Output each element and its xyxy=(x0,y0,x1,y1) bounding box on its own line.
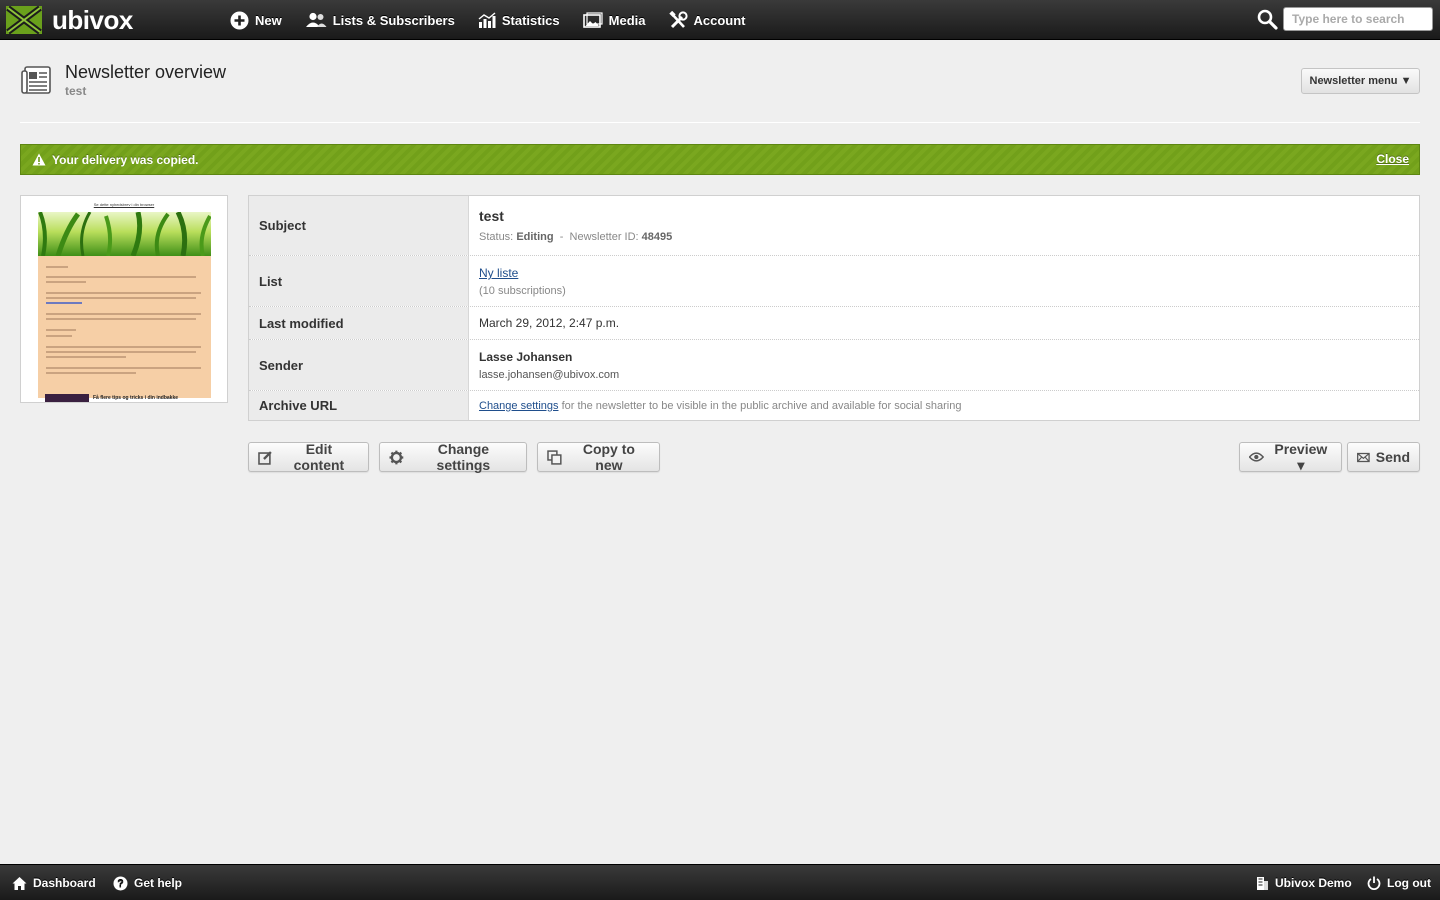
newsletter-id-prefix: Newsletter ID: xyxy=(569,231,639,243)
archive-change-settings-link[interactable]: Change settings xyxy=(479,400,559,412)
top-bar: ubivox New Lists & Subscribers Statistic… xyxy=(0,0,1440,40)
logout-link[interactable]: Log out xyxy=(1367,865,1431,900)
status-line: Status: Editing - Newsletter ID: 48495 xyxy=(479,231,672,243)
subject-value: test xyxy=(479,208,504,224)
status-prefix: Status: xyxy=(479,231,514,243)
last-modified-value: March 29, 2012, 2:47 p.m. xyxy=(479,316,620,330)
thumbnail-hero-image xyxy=(38,212,211,256)
newsletter-menu-button[interactable]: Newsletter menu ▼ xyxy=(1301,68,1420,94)
copy-to-new-button[interactable]: Copy to new xyxy=(537,441,660,473)
page-title: Newsletter overview xyxy=(65,62,227,82)
warning-icon xyxy=(32,153,46,166)
logo[interactable]: ubivox xyxy=(6,5,133,35)
archive-url-label: Archive URL xyxy=(249,391,469,420)
eye-icon xyxy=(1249,452,1264,462)
nav-media[interactable]: Media xyxy=(582,12,646,28)
preview-button[interactable]: Preview ▾ xyxy=(1239,441,1342,473)
brand-name: ubivox xyxy=(52,5,133,35)
dashboard-link[interactable]: Dashboard xyxy=(12,865,96,900)
newsletter-id-value: 48495 xyxy=(641,231,673,243)
copy-icon xyxy=(547,449,562,465)
nav-lists-subscribers[interactable]: Lists & Subscribers xyxy=(305,12,455,28)
tools-icon xyxy=(668,10,688,28)
users-icon xyxy=(305,12,327,27)
edit-content-button[interactable]: Edit content xyxy=(248,441,369,473)
alert-close-link[interactable]: Close xyxy=(1376,152,1409,166)
sender-email: lasse.johansen@ubivox.com xyxy=(479,368,620,381)
send-button[interactable]: Send xyxy=(1347,442,1420,472)
archive-description: for the newsletter to be visible in the … xyxy=(561,399,962,412)
nav-statistics-label: Statistics xyxy=(501,12,560,28)
list-link[interactable]: Ny liste xyxy=(479,266,518,280)
row-subject: Subject test Status: Editing - Newslette… xyxy=(249,196,1419,256)
sender-name: Lasse Johansen xyxy=(479,349,573,364)
gear-icon xyxy=(389,450,404,464)
main-nav: New Lists & Subscribers Statistics Media… xyxy=(230,0,769,40)
get-help-link[interactable]: ? Get help xyxy=(113,865,182,900)
envelope-icon xyxy=(1357,452,1370,462)
thumbnail-footer-text: Få flere tips og tricks i din indbakke xyxy=(93,395,179,401)
last-modified-label: Last modified xyxy=(249,307,469,339)
status-value: Editing xyxy=(516,231,554,243)
row-list: List Ny liste (10 subscriptions) xyxy=(249,256,1419,307)
svg-text:?: ? xyxy=(117,878,124,890)
bottom-bar: Dashboard ? Get help Ubivox Demo Log out xyxy=(0,864,1440,900)
change-settings-button[interactable]: Change settings xyxy=(379,441,527,473)
row-archive-url: Archive URL Change settings for the news… xyxy=(249,391,1419,420)
power-icon xyxy=(1367,876,1381,890)
nav-media-label: Media xyxy=(608,12,646,28)
row-last-modified: Last modified March 29, 2012, 2:47 p.m. xyxy=(249,307,1419,340)
nav-lists-label: Lists & Subscribers xyxy=(332,12,455,28)
list-subscription-count: (10 subscriptions) xyxy=(479,285,566,297)
search-icon[interactable] xyxy=(1257,9,1278,30)
meta-separator: - xyxy=(559,231,564,243)
subject-label: Subject xyxy=(249,196,469,255)
newsletter-icon xyxy=(21,66,51,94)
header-divider xyxy=(20,122,1420,123)
list-label: List xyxy=(249,256,469,306)
success-alert: Your delivery was copied. Close xyxy=(20,144,1420,175)
edit-icon xyxy=(258,450,272,465)
account-switcher[interactable]: Ubivox Demo xyxy=(1256,865,1352,900)
building-icon xyxy=(1257,877,1268,890)
nav-statistics[interactable]: Statistics xyxy=(478,12,560,28)
home-icon xyxy=(12,876,27,890)
help-icon: ? xyxy=(113,876,128,890)
newsletter-details: Subject test Status: Editing - Newslette… xyxy=(248,195,1420,421)
newsletter-thumbnail[interactable]: Se dette nyhedsbrev i din browser Få fle… xyxy=(20,195,228,403)
image-icon xyxy=(582,12,603,28)
alert-message: Your delivery was copied. xyxy=(52,152,199,167)
nav-new-label: New xyxy=(255,12,282,28)
nav-account[interactable]: Account xyxy=(668,10,746,30)
ubivox-logo-icon xyxy=(6,6,42,34)
sender-label: Sender xyxy=(249,340,469,390)
row-sender: Sender Lasse Johansen lasse.johansen@ubi… xyxy=(249,340,1419,391)
plus-circle-icon xyxy=(230,11,249,29)
grass-image-icon xyxy=(38,212,211,256)
thumbnail-footer-image xyxy=(45,394,89,402)
nav-new[interactable]: New xyxy=(230,11,282,30)
nav-account-label: Account xyxy=(693,12,746,28)
thumbnail-browser-link: Se dette nyhedsbrev i din browser xyxy=(93,202,155,207)
page-subtitle: test xyxy=(65,84,87,98)
bar-chart-icon xyxy=(478,12,496,28)
search-input[interactable] xyxy=(1283,7,1433,31)
